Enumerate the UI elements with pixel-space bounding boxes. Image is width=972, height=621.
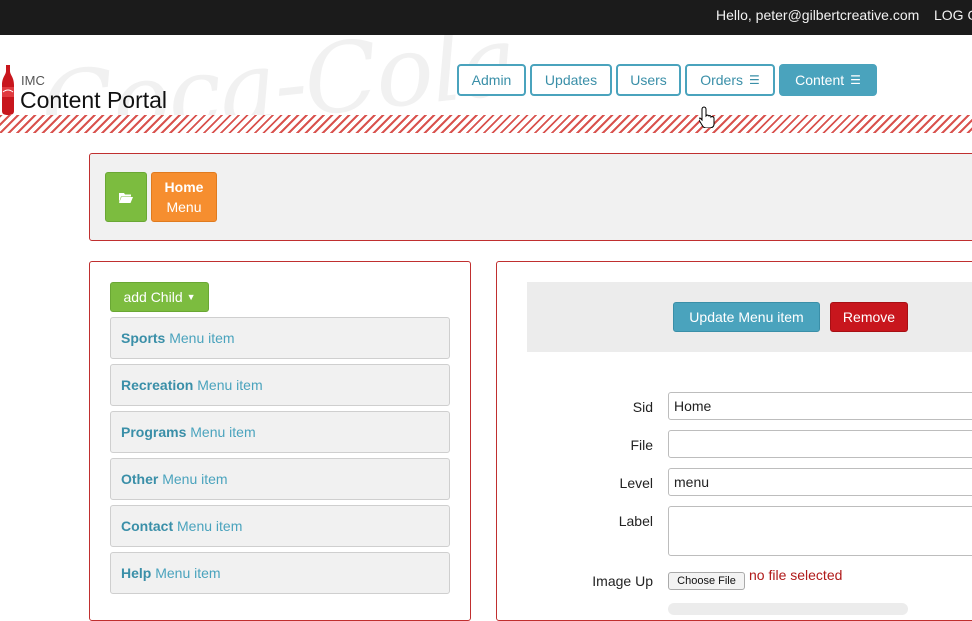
list-item[interactable]: Other Menu item — [110, 458, 450, 500]
menu-item-type: Menu item — [190, 424, 256, 440]
menu-item-name: Sports — [121, 330, 166, 346]
folder-button[interactable] — [105, 172, 147, 222]
nav-admin[interactable]: Admin — [457, 64, 526, 96]
caret-down-icon: ▼ — [186, 292, 196, 302]
breadcrumb-home-title: Home — [164, 179, 204, 195]
sid-field[interactable] — [668, 392, 972, 420]
nav-admin-label: Admin — [471, 72, 512, 88]
menu-item-type: Menu item — [169, 330, 235, 346]
nav-content[interactable]: Content ☰ — [779, 64, 877, 96]
level-field[interactable] — [668, 468, 972, 496]
nav-updates-label: Updates — [544, 72, 598, 88]
menu-item-type: Menu item — [177, 518, 243, 534]
top-bar: Hello, peter@gilbertcreative.com LOG O — [0, 0, 972, 35]
list-icon: ☰ — [850, 73, 861, 87]
menu-item-name: Contact — [121, 518, 174, 534]
remove-button[interactable]: Remove — [830, 302, 908, 332]
logout-link[interactable]: LOG O — [934, 7, 972, 23]
logo-subtitle: IMC — [21, 73, 45, 88]
add-child-label: add Child — [123, 289, 183, 305]
breadcrumb-panel — [89, 153, 972, 241]
file-label: File — [630, 437, 653, 453]
file-field[interactable] — [668, 430, 972, 458]
list-item[interactable]: Sports Menu item — [110, 317, 450, 359]
menu-item-name: Programs — [121, 424, 187, 440]
breadcrumb-home-button[interactable]: Home Menu — [151, 172, 217, 222]
list-item[interactable]: Contact Menu item — [110, 505, 450, 547]
list-item[interactable]: Recreation Menu item — [110, 364, 450, 406]
menu-item-name: Recreation — [121, 377, 194, 393]
logo-title: Content Portal — [20, 87, 168, 113]
choose-file-button[interactable]: Choose File — [668, 572, 745, 590]
menu-item-name: Help — [121, 565, 152, 581]
nav-orders[interactable]: Orders ☰ — [685, 64, 775, 96]
nav-users[interactable]: Users — [616, 64, 681, 96]
breadcrumb-home-subtitle: Menu — [166, 199, 202, 215]
progress-track — [668, 603, 908, 615]
hand-pointer-icon — [699, 106, 715, 128]
greeting-text: Hello, peter@gilbertcreative.com — [716, 7, 920, 23]
header: Coca-Cola IMC Content Portal Admin Updat… — [0, 35, 972, 115]
list-item[interactable]: Help Menu item — [110, 552, 450, 594]
list-icon: ☰ — [749, 73, 760, 87]
menu-item-name: Other — [121, 471, 159, 487]
menu-item-type: Menu item — [197, 377, 263, 393]
add-child-button[interactable]: add Child ▼ — [110, 282, 209, 312]
update-menu-item-button[interactable]: Update Menu item — [673, 302, 820, 332]
level-label: Level — [619, 475, 653, 491]
nav-orders-label: Orders — [700, 72, 744, 88]
coke-bottle-icon — [2, 65, 14, 115]
menu-item-type: Menu item — [155, 565, 221, 581]
nav-users-label: Users — [630, 72, 667, 88]
label-field[interactable] — [668, 506, 972, 556]
folder-open-icon — [119, 192, 133, 203]
file-status-text: no file selected — [749, 567, 843, 583]
menu-item-type: Menu item — [162, 471, 228, 487]
nav-updates[interactable]: Updates — [530, 64, 612, 96]
label-label: Label — [618, 513, 653, 529]
list-item[interactable]: Programs Menu item — [110, 411, 450, 453]
sid-label: Sid — [632, 399, 653, 415]
striped-divider — [0, 115, 972, 133]
nav-content-label: Content — [795, 72, 845, 88]
image-up-label: Image Up — [592, 573, 653, 589]
